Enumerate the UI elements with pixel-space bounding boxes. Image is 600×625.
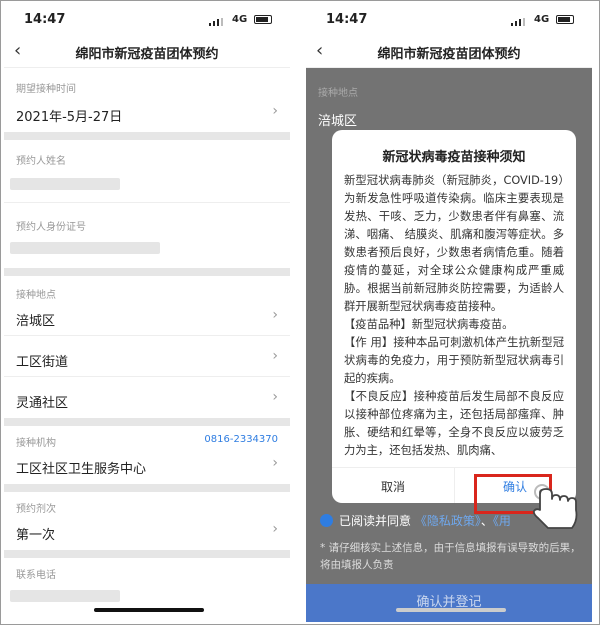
section-divider (4, 550, 290, 558)
district-value[interactable]: 涪城区 (16, 310, 55, 329)
battery-icon (254, 15, 272, 24)
top-area: 14:47 4G ‹ 绵阳市新冠疫苗团体预约 (306, 2, 592, 68)
chevron-right-icon[interactable]: › (272, 521, 278, 537)
dose-value[interactable]: 第一次 (16, 524, 55, 543)
status-time: 14:47 (326, 12, 368, 27)
phone-modal-screen: 14:47 4G ‹ 绵阳市新冠疫苗团体预约 接种地点 涪城区 已阅读并同意 《… (306, 2, 592, 622)
dialog-body[interactable]: 新型冠状病毒肺炎（新冠肺炎，COVID-19）为新发急性呼吸道传染病。临床主要表… (344, 172, 564, 464)
section-divider (4, 484, 290, 492)
nav-bar: ‹ 绵阳市新冠疫苗团体预约 (306, 36, 592, 68)
page-title: 绵阳市新冠疫苗团体预约 (75, 47, 219, 62)
site-label: 接种地点 (16, 290, 56, 301)
district-value: 涪城区 (318, 114, 358, 129)
date-value[interactable]: 2021年-5月-27日 (16, 106, 122, 125)
dialog-title: 新冠状病毒疫苗接种须知 (382, 150, 526, 165)
divider (4, 335, 290, 336)
dose-label: 预约剂次 (16, 504, 56, 515)
chevron-right-icon[interactable]: › (272, 103, 278, 119)
street-value[interactable]: 工区街道 (16, 351, 68, 370)
agreement-row[interactable]: 已阅读并同意 《隐私政策》、《用 (320, 512, 511, 529)
phone-form-screen: 14:47 4G ‹ 绵阳市新冠疫苗团体预约 期望接种时间 2021年-5月-2… (4, 2, 290, 622)
site-label: 接种地点 (318, 88, 358, 99)
section-divider (4, 268, 290, 276)
privacy-policy-link[interactable]: 《隐私政策》 (415, 514, 481, 528)
dialog-paragraph: 【不良反应】接种疫苗后发生局部不良反应以接种部位疼痛为主，还包括局部瘙痒、肿胀、… (344, 390, 564, 457)
org-label: 接种机构 (16, 438, 56, 449)
org-phone-link[interactable]: 0816-2334370 (204, 434, 278, 445)
signal-icon (209, 18, 223, 26)
divider (4, 202, 290, 203)
chevron-right-icon[interactable]: › (272, 389, 278, 405)
home-indicator (94, 608, 204, 612)
signal-icon (511, 18, 525, 26)
notice-text: * 请仔细核实上述信息，由于信息填报有误导致的后果，将由填报人负责 (320, 542, 581, 571)
home-indicator (396, 608, 506, 612)
chevron-right-icon[interactable]: › (272, 307, 278, 323)
section-divider (4, 132, 290, 140)
dialog-paragraph: 【作 用】接种本品可刺激机体产生抗新型冠状病毒的免疫力，用于预防新型冠状病毒引起… (344, 336, 564, 385)
community-value[interactable]: 灵通社区 (16, 392, 68, 411)
user-agreement-link[interactable]: 《用 (493, 514, 511, 528)
name-field[interactable] (10, 178, 120, 190)
dialog-paragraph: 【疫苗品种】新型冠状病毒疫苗。 (344, 318, 514, 331)
org-value[interactable]: 工区社区卫生服务中心 (16, 458, 146, 477)
battery-icon (556, 15, 574, 24)
agree-prefix: 已阅读并同意 (339, 514, 412, 528)
date-label: 期望接种时间 (16, 84, 76, 95)
status-bar: 14:47 4G (306, 2, 592, 36)
network-label: 4G (232, 14, 248, 25)
name-label: 预约人姓名 (16, 156, 66, 167)
checkbox-checked-icon[interactable] (320, 514, 333, 527)
contact-label: 联系电话 (16, 570, 56, 581)
id-field[interactable] (10, 242, 160, 254)
submit-button[interactable]: 确认并登记 (306, 584, 592, 622)
page-title: 绵阳市新冠疫苗团体预约 (377, 47, 521, 62)
divider (4, 376, 290, 377)
network-label: 4G (534, 14, 550, 25)
chevron-right-icon[interactable]: › (272, 348, 278, 364)
status-bar: 14:47 4G (4, 2, 290, 36)
dialog-paragraph: 新型冠状病毒肺炎（新冠肺炎，COVID-19）为新发急性呼吸道传染病。临床主要表… (344, 174, 564, 313)
pointing-hand-icon (532, 484, 578, 529)
section-divider (4, 418, 290, 426)
contact-field[interactable] (10, 590, 120, 602)
status-time: 14:47 (24, 12, 66, 27)
chevron-right-icon[interactable]: › (272, 455, 278, 471)
vaccination-notice-dialog: 新冠状病毒疫苗接种须知 新型冠状病毒肺炎（新冠肺炎，COVID-19）为新发急性… (332, 130, 576, 503)
cancel-button[interactable]: 取消 (332, 478, 454, 495)
id-label: 预约人身份证号 (16, 222, 86, 233)
nav-bar: ‹ 绵阳市新冠疫苗团体预约 (4, 36, 290, 68)
